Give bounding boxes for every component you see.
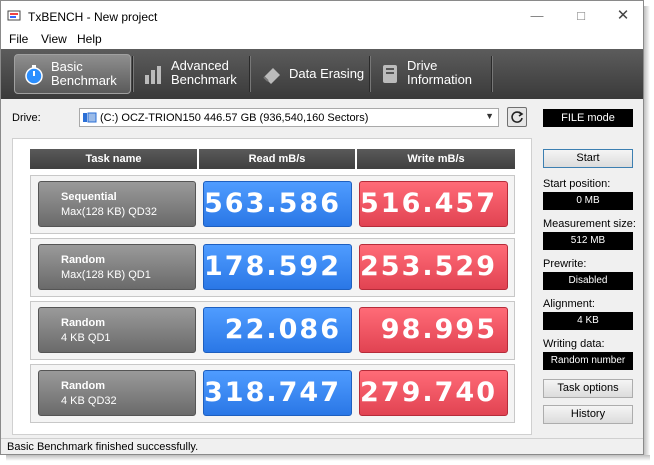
status-bar: Basic Benchmark finished successfully. — [1, 438, 643, 454]
minimize-icon[interactable]: — — [515, 1, 559, 31]
maximize-icon[interactable]: □ — [559, 1, 603, 31]
tab-data-erasing[interactable]: Data Erasing — [253, 54, 365, 94]
bar-chart-icon — [145, 66, 161, 84]
task-name: Random — [61, 254, 105, 266]
task-random-4k-qd1-button[interactable]: Random 4 KB QD1 — [38, 307, 196, 353]
task-name: Sequential — [61, 191, 117, 203]
read-value: 318.747 — [203, 370, 352, 416]
write-value: 516.457 — [359, 181, 508, 227]
task-detail: 4 KB QD1 — [61, 332, 111, 344]
header-read: Read mB/s — [199, 149, 355, 169]
tab-label-line1: Drive — [407, 58, 438, 73]
tab-label-line1: Advanced — [171, 58, 229, 73]
start-position-label: Start position: — [543, 178, 611, 190]
tab-drive-information[interactable]: Drive Information — [371, 54, 489, 94]
measurement-size-value[interactable]: 512 MB — [543, 232, 633, 250]
tab-label-line1: Basic — [51, 59, 83, 74]
read-value: 178.592 — [203, 244, 352, 290]
task-name: Random — [61, 380, 105, 392]
prewrite-label: Prewrite: — [543, 258, 587, 270]
task-sequential-button[interactable]: Sequential Max(128 KB) QD32 — [38, 181, 196, 227]
start-position-value[interactable]: 0 MB — [543, 192, 633, 210]
task-detail: Max(128 KB) QD1 — [61, 269, 151, 281]
alignment-value[interactable]: 4 KB — [543, 312, 633, 330]
drive-label: Drive: — [12, 112, 41, 124]
drive-icon — [83, 112, 97, 123]
chevron-down-icon: ▼ — [485, 111, 494, 121]
read-value: 22.086 — [203, 307, 352, 353]
menu-bar: File View Help — [1, 31, 643, 49]
close-icon[interactable]: ✕ — [601, 1, 643, 31]
write-value: 253.529 — [359, 244, 508, 290]
writing-data-value[interactable]: Random number — [543, 352, 633, 370]
drive-select[interactable]: (C:) OCZ-TRION150 446.57 GB (936,540,160… — [79, 108, 499, 127]
tab-label-line2: Benchmark — [51, 73, 117, 88]
task-detail: 4 KB QD32 — [61, 395, 117, 407]
prewrite-value[interactable]: Disabled — [543, 272, 633, 290]
eraser-icon — [263, 68, 280, 84]
writing-data-label: Writing data: — [543, 338, 605, 350]
refresh-button[interactable] — [507, 107, 527, 127]
menu-help[interactable]: Help — [77, 32, 102, 46]
app-window: TxBENCH - New project — □ ✕ File View He… — [0, 0, 644, 455]
menu-file[interactable]: File — [9, 32, 28, 46]
write-value: 279.740 — [359, 370, 508, 416]
start-button[interactable]: Start — [543, 149, 633, 168]
header-write: Write mB/s — [357, 149, 515, 169]
tab-label: Data Erasing — [289, 66, 365, 81]
tab-label-line2: Information — [407, 72, 473, 87]
header-task-name: Task name — [30, 149, 197, 169]
drive-info-icon — [383, 65, 397, 83]
stopwatch-icon — [25, 65, 43, 85]
mode-toolbar: Basic Benchmark Advanced Benchmark Data Er… — [1, 49, 643, 99]
menu-view[interactable]: View — [41, 32, 67, 46]
tab-advanced-benchmark[interactable]: Advanced Benchmark — [135, 54, 247, 94]
task-detail: Max(128 KB) QD32 — [61, 206, 157, 218]
title-bar: TxBENCH - New project — □ ✕ — [1, 1, 643, 31]
app-icon — [7, 10, 21, 21]
file-mode-indicator[interactable]: FILE mode — [543, 109, 633, 127]
measurement-size-label: Measurement size: — [543, 218, 636, 230]
task-random-qd1-button[interactable]: Random Max(128 KB) QD1 — [38, 244, 196, 290]
window-title: TxBENCH - New project — [28, 10, 158, 24]
task-name: Random — [61, 317, 105, 329]
tab-basic-benchmark[interactable]: Basic Benchmark — [14, 54, 131, 94]
write-value: 98.995 — [359, 307, 508, 353]
drive-value: (C:) OCZ-TRION150 446.57 GB (936,540,160… — [100, 112, 369, 124]
task-options-button[interactable]: Task options — [543, 379, 633, 398]
status-text: Basic Benchmark finished successfully. — [7, 441, 199, 453]
history-button[interactable]: History — [543, 405, 633, 424]
alignment-label: Alignment: — [543, 298, 595, 310]
task-random-4k-qd32-button[interactable]: Random 4 KB QD32 — [38, 370, 196, 416]
refresh-icon — [511, 111, 524, 123]
read-value: 563.586 — [203, 181, 352, 227]
tab-label-line2: Benchmark — [171, 72, 237, 87]
